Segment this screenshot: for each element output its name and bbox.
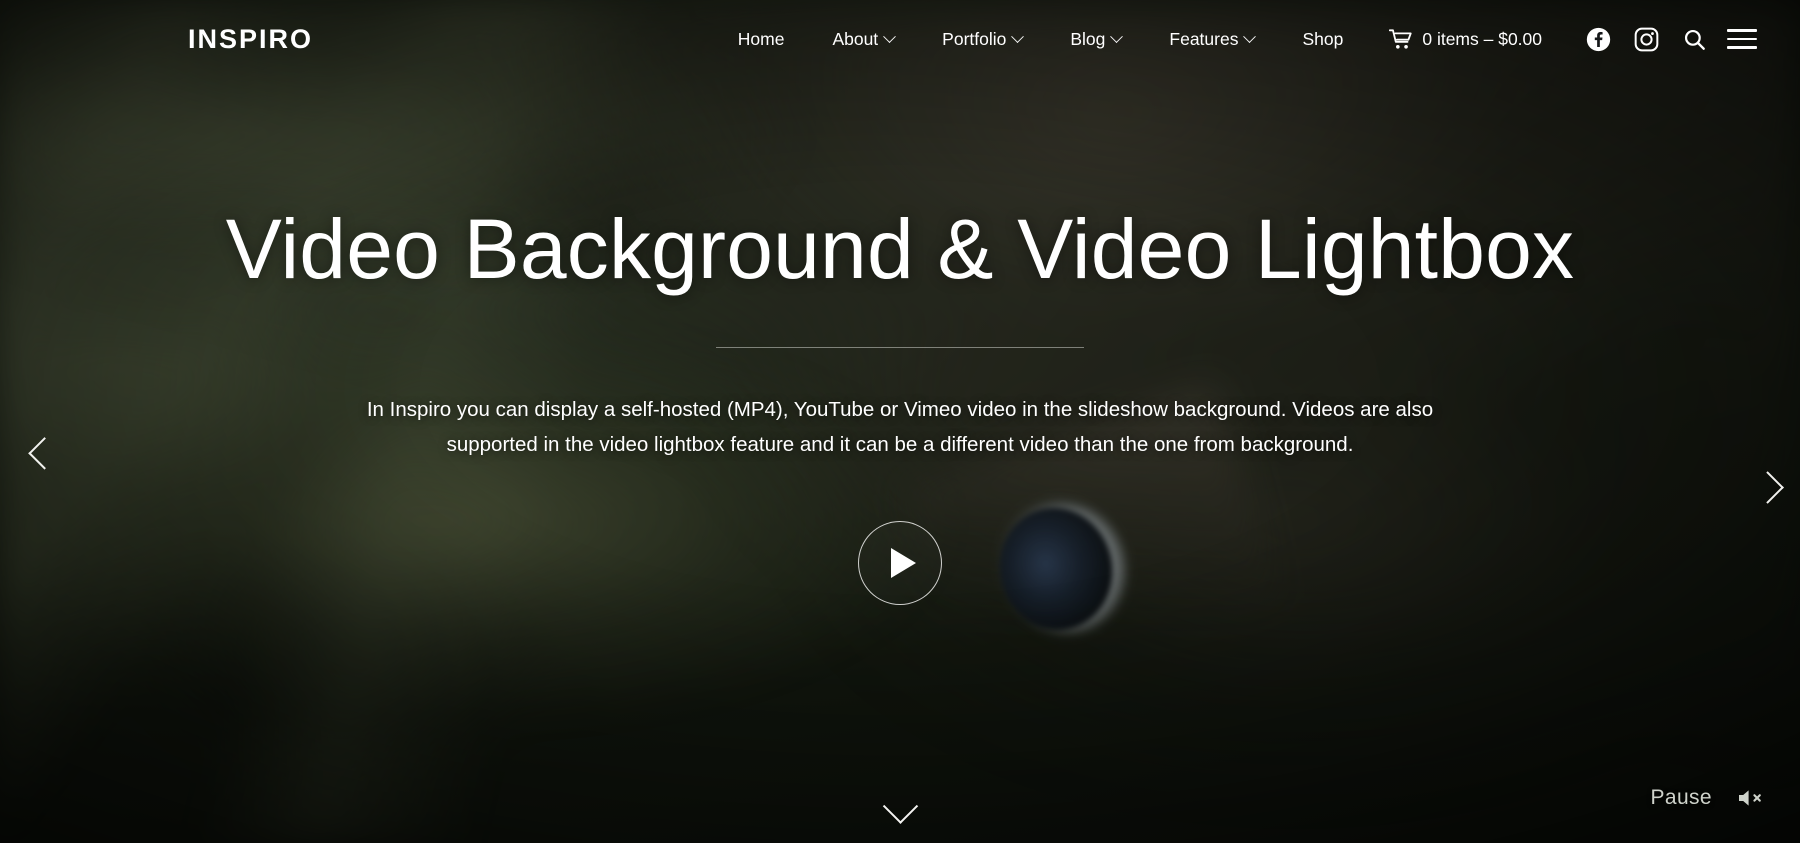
chevron-right-icon: [1750, 470, 1784, 504]
nav-label-blog: Blog: [1070, 28, 1106, 49]
cart-link[interactable]: 0 items – $0.00: [1367, 29, 1552, 50]
chevron-down-icon: [1243, 29, 1257, 43]
nav-item-portfolio[interactable]: Portfolio: [918, 29, 1046, 50]
nav-item-home[interactable]: Home: [738, 29, 809, 50]
mute-toggle-button[interactable]: [1736, 786, 1766, 810]
slide-description: In Inspiro you can display a self-hosted…: [366, 398, 1434, 457]
nav-item-features[interactable]: Features: [1145, 29, 1278, 50]
nav-label-features: Features: [1169, 28, 1239, 49]
chevron-down-icon: [882, 788, 918, 824]
search-button[interactable]: [1670, 15, 1718, 63]
hero-slide-stage: INSPIRO Home About Portfolio Blog Featur…: [0, 0, 1800, 843]
nav-item-shop[interactable]: Shop: [1278, 29, 1367, 50]
facebook-icon: [1586, 27, 1610, 51]
video-lightbox-play-button[interactable]: [858, 520, 942, 605]
hamburger-menu-icon: [1727, 27, 1757, 51]
speaker-muted-icon: [1739, 790, 1761, 806]
cart-label: 0 items – $0.00: [1422, 28, 1542, 49]
nav-item-blog[interactable]: Blog: [1046, 29, 1145, 50]
slider-prev-button[interactable]: [22, 428, 66, 472]
nav-label-shop: Shop: [1302, 28, 1344, 49]
site-logo[interactable]: INSPIRO: [188, 25, 313, 53]
chevron-down-icon: [883, 29, 897, 43]
chevron-down-icon: [1110, 29, 1124, 43]
chevron-down-icon: [1011, 29, 1025, 43]
scroll-down-button[interactable]: [865, 788, 935, 830]
nav-item-about[interactable]: About: [808, 29, 918, 50]
slide-content: Video Background & Video Lightbox In Ins…: [0, 0, 1800, 843]
site-header: INSPIRO Home About Portfolio Blog Featur…: [0, 0, 1800, 78]
title-divider: [716, 347, 1084, 349]
media-controls: Pause: [1650, 786, 1766, 810]
search-icon: [1684, 29, 1705, 50]
facebook-link[interactable]: [1574, 15, 1622, 63]
nav-label-portfolio: Portfolio: [942, 28, 1007, 49]
nav-label-about: About: [832, 28, 879, 49]
instagram-icon: [1634, 27, 1658, 51]
pause-button[interactable]: Pause: [1650, 786, 1712, 810]
play-icon: [891, 547, 916, 578]
slider-next-button[interactable]: [1748, 465, 1792, 509]
header-icon-group: [1574, 15, 1766, 63]
header-right-group: Home About Portfolio Blog Features Shop …: [313, 15, 1766, 63]
slide-title: Video Background & Video Lightbox: [225, 202, 1575, 296]
menu-toggle-button[interactable]: [1718, 15, 1766, 63]
main-navigation: Home About Portfolio Blog Features Shop: [738, 29, 1368, 50]
instagram-link[interactable]: [1622, 15, 1670, 63]
nav-label-home: Home: [737, 28, 785, 49]
shopping-cart-icon: [1389, 28, 1412, 49]
chevron-left-icon: [27, 436, 61, 470]
